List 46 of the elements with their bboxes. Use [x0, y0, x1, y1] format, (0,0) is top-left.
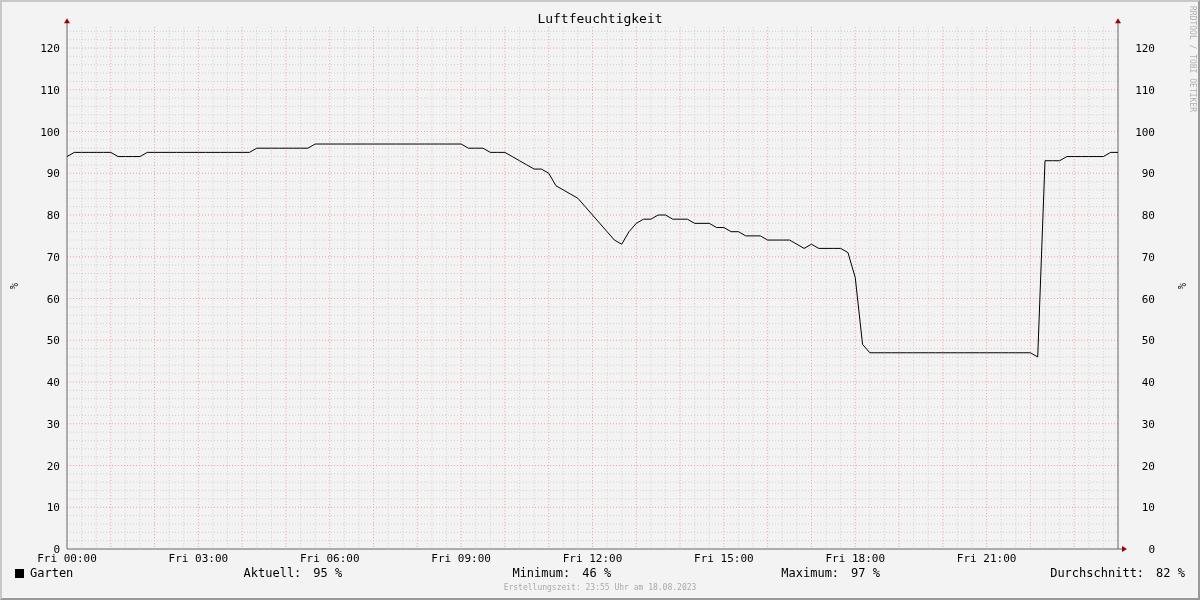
y-tick-label: 50 [1141, 334, 1155, 348]
y-tick-label: 40 [46, 376, 60, 389]
y-tick-label: 110 [1135, 83, 1155, 97]
watermark-text: RRDTOOL / TOBI OETIKER [1188, 6, 1196, 112]
legend-label: Garten [30, 565, 74, 582]
y-tick-label: 100 [40, 125, 60, 139]
stat-label: Durchschnitt: [1050, 565, 1145, 582]
x-tick-label: Fri 18:00 [825, 552, 886, 564]
y-tick-label: 10 [46, 501, 60, 515]
y-tick-label: 80 [1141, 209, 1155, 222]
stat-label: Aktuell: [243, 565, 302, 582]
y-tick-label: 120 [1135, 42, 1155, 55]
stat-value: 97 % [851, 565, 880, 582]
x-tick-label: Fri 09:00 [431, 552, 491, 564]
y-tick-label: 0 [1148, 543, 1155, 556]
y-tick-label: 50 [46, 334, 60, 348]
y-tick-label: 70 [46, 250, 60, 264]
y-tick-label: 40 [1141, 376, 1155, 389]
y-tick-label: 120 [40, 42, 60, 55]
x-tick-label: Fri 21:00 [956, 552, 1017, 564]
y-tick-label: 60 [46, 292, 60, 306]
y-tick-label: 90 [46, 167, 60, 181]
stat-value: 46 % [582, 565, 612, 582]
y-tick-label: 60 [1141, 292, 1155, 306]
stat-label: Maximum: [781, 565, 840, 582]
y-axis-label: % [1176, 283, 1187, 290]
y-tick-label: 110 [40, 83, 60, 97]
y-tick-label: 10 [1141, 501, 1155, 515]
y-tick-label: 70 [1141, 250, 1155, 264]
y-tick-label: 20 [46, 459, 60, 473]
x-tick-label: Fri 15:00 [694, 552, 754, 564]
stat-value: 82 % [1156, 565, 1185, 582]
x-tick-label: Fri 03:00 [168, 552, 229, 564]
y-axis-label: % [8, 283, 19, 290]
x-tick-label: Fri 12:00 [562, 552, 623, 564]
stat-label: Minimum: [512, 565, 571, 582]
y-tick-label: 30 [46, 417, 60, 431]
y-tick-label: 80 [46, 209, 60, 222]
x-tick-label: Fri 06:00 [299, 552, 360, 564]
y-tick-label: 100 [1135, 125, 1155, 139]
y-tick-label: 30 [1141, 417, 1155, 431]
chart-title: Luftfeuchtigkeit [537, 11, 663, 26]
y-tick-label: 90 [1141, 167, 1155, 181]
y-tick-label: 20 [1141, 459, 1155, 473]
stat-value: 95 % [313, 565, 343, 582]
creation-time-text: Erstellungszeit: 23:55 Uhr am 18.08.2023 [503, 582, 697, 594]
